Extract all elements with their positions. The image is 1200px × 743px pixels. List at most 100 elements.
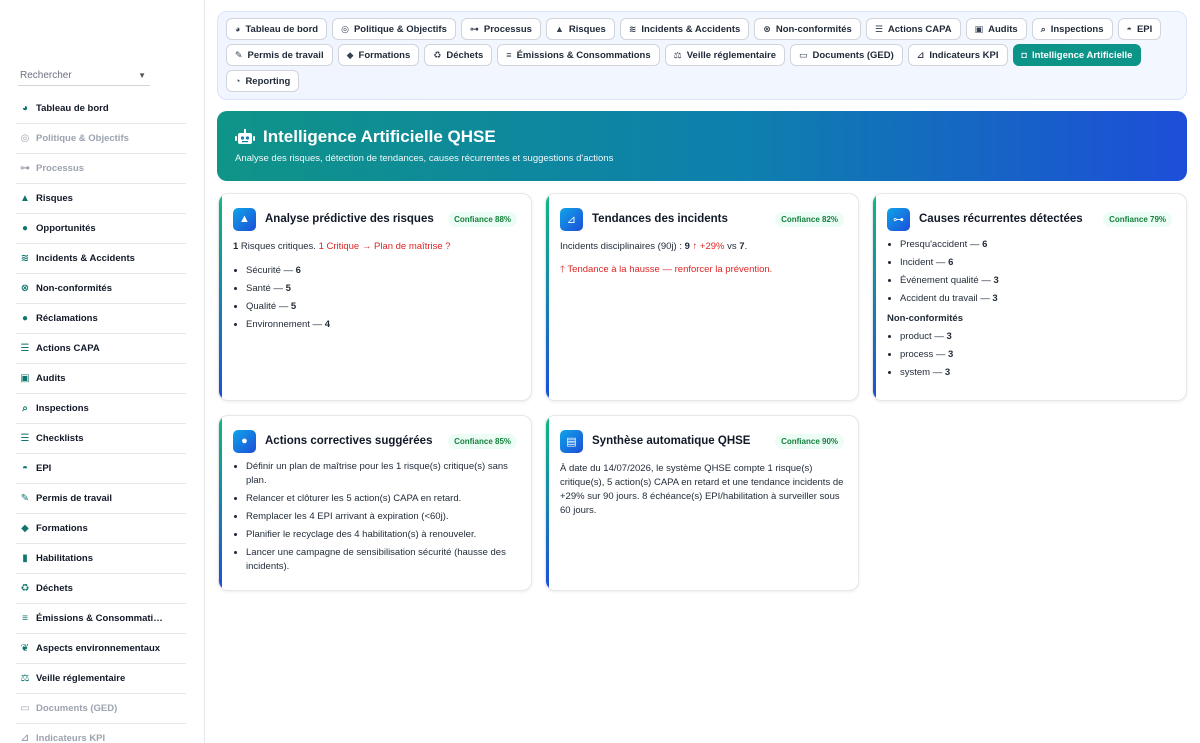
smog-icon: ≡ xyxy=(22,613,28,624)
sidebar-item[interactable]: ● Réclamations xyxy=(16,304,186,334)
sidebar-item-label: Actions CAPA xyxy=(36,343,100,354)
nav-tab-label: Incidents & Accidents xyxy=(641,23,741,35)
list-item-value: 3 xyxy=(944,367,951,378)
top-navigation: ◕ Tableau de bord ◎ Politique & Objectifs ⊶ P… xyxy=(217,11,1187,100)
nav-tab[interactable]: ▣ Audits xyxy=(965,18,1027,40)
list-item-value: 3 xyxy=(993,275,999,286)
file-alt-icon: ▤ xyxy=(560,429,583,453)
nav-tab[interactable]: ⊶ Processus xyxy=(460,18,541,40)
nav-tab-label: Intelligence Artificielle xyxy=(1031,49,1133,61)
card-title: Causes récurrentes détectées xyxy=(919,213,1083,225)
page-hero: Intelligence Artificielle QHSE Analyse d… xyxy=(217,111,1187,181)
sidebar-item[interactable]: ☰ Checklists xyxy=(16,424,186,454)
trend-alert: 🡑 Tendance à la hausse — renforcer la pr… xyxy=(560,264,773,275)
nav-tab[interactable]: ▭ Documents (GED) xyxy=(789,44,903,66)
car-crash-icon: ≋ xyxy=(20,253,30,264)
nav-tab[interactable]: ⊗ Non-conformités xyxy=(754,18,861,40)
sidebar-item[interactable]: ≡ Émissions & Consommati… xyxy=(16,604,186,634)
sidebar-item[interactable]: ❦ Aspects environnementaux xyxy=(16,634,186,664)
sidebar-search-select[interactable]: Rechercher ▼ xyxy=(18,66,150,86)
nav-tab[interactable]: ◕ Tableau de bord xyxy=(226,18,328,40)
card-incident-trends: ⊿ Tendances des incidents Confiance 82% … xyxy=(545,193,859,401)
sidebar-item[interactable]: ♻ Déchets xyxy=(16,574,186,604)
sidebar-item-label: Non-conformités xyxy=(36,283,112,294)
times-circle-icon: ⊗ xyxy=(20,283,30,294)
risk-alert: 1 Critique → Plan de maîtrise ? xyxy=(318,241,451,252)
sidebar-item-label: Opportunités xyxy=(36,223,96,234)
sidebar-item[interactable]: ◎ Politique & Objectifs xyxy=(16,124,186,154)
clipboard-check-icon: ▣ xyxy=(20,373,30,384)
list-item-value: 3 xyxy=(946,331,952,342)
confidence-badge: Confiance 90% xyxy=(775,433,844,449)
robot-icon xyxy=(235,129,255,144)
nav-tab[interactable]: ♻ Déchets xyxy=(424,44,493,66)
sidebar-item[interactable]: ▮ Habilitations xyxy=(16,544,186,574)
synthesis-text: À date du 14/07/2026, le système QHSE co… xyxy=(560,463,844,516)
action-item: Lancer une campagne de sensibilisation s… xyxy=(246,546,517,574)
nav-tab-label: Tableau de bord xyxy=(245,23,319,35)
sidebar-item[interactable]: ▲ Risques xyxy=(16,184,186,214)
nav-tab[interactable]: ≡ Émissions & Consommations xyxy=(497,44,660,66)
sidebar-item-label: Déchets xyxy=(36,583,73,594)
nav-tab[interactable]: ⌕ Inspections xyxy=(1031,18,1113,40)
nav-tab[interactable]: ◎ Politique & Objectifs xyxy=(332,18,456,40)
card-risk-analysis: ▲ Analyse prédictive des risques Confian… xyxy=(218,193,532,401)
sitemap-icon: ⊶ xyxy=(887,207,910,231)
sidebar-item[interactable]: ◆ Formations xyxy=(16,514,186,544)
chart-pie-icon: ◔ xyxy=(235,76,241,86)
list-item: Sécurité — 6 xyxy=(246,264,517,278)
nav-tab[interactable]: ▲ Risques xyxy=(545,18,615,40)
nav-tab[interactable]: ⚖ Veille réglementaire xyxy=(664,44,785,66)
list-item-value: 6 xyxy=(295,265,301,276)
sidebar-item[interactable]: ✎ Permis de travail xyxy=(16,484,186,514)
sidebar-item[interactable]: ▣ Audits xyxy=(16,364,186,394)
nc-list: product — 3process — 3system — 3 xyxy=(887,330,1172,380)
nav-tab[interactable]: ◘ Intelligence Artificielle xyxy=(1012,44,1142,66)
page-title: Intelligence Artificielle QHSE xyxy=(263,127,496,146)
list-item: Événement qualité — 3 xyxy=(900,274,1172,288)
lightbulb-icon: ● xyxy=(21,223,29,234)
nav-tab[interactable]: ☰ Actions CAPA xyxy=(865,18,961,40)
folder-open-icon: ▭ xyxy=(20,703,30,714)
card-title: Synthèse automatique QHSE xyxy=(592,435,751,447)
hard-hat-icon: ◓ xyxy=(21,463,29,474)
sidebar-item[interactable]: ⊿ Indicateurs KPI xyxy=(16,724,186,743)
sidebar-item-label: Tableau de bord xyxy=(36,103,109,114)
sidebar-item[interactable]: ● Opportunités xyxy=(16,214,186,244)
sitemap-icon: ⊶ xyxy=(469,23,479,34)
nav-tab[interactable]: ≋ Incidents & Accidents xyxy=(619,18,750,40)
sidebar-item-label: Veille réglementaire xyxy=(36,673,126,684)
sidebar-item[interactable]: ⌕ Inspections xyxy=(16,394,186,424)
nav-tab[interactable]: ⊿ Indicateurs KPI xyxy=(907,44,1008,66)
sidebar-item[interactable]: ≋ Incidents & Accidents xyxy=(16,244,186,274)
action-item: Définir un plan de maîtrise pour les 1 r… xyxy=(246,460,517,488)
nav-tab-label: Audits xyxy=(988,23,1018,35)
risk-intro-text: Risques critiques. xyxy=(238,241,319,252)
risk-intro: 1 Risques critiques. 1 Critique → Plan d… xyxy=(233,240,517,254)
sidebar-item[interactable]: ☰ Actions CAPA xyxy=(16,334,186,364)
sidebar-item[interactable]: ◕ Tableau de bord xyxy=(16,94,186,124)
cause-list: Presqu'accident — 6Incident — 6Événement… xyxy=(887,238,1172,306)
warning-icon: ▲ xyxy=(233,207,256,231)
list-item-value: 5 xyxy=(285,283,291,294)
sidebar-item-label: Réclamations xyxy=(36,313,98,324)
list-item: system — 3 xyxy=(900,366,1172,380)
sidebar-item[interactable]: ⚖ Veille réglementaire xyxy=(16,664,186,694)
sidebar-item[interactable]: ⊗ Non-conformités xyxy=(16,274,186,304)
list-item-label: Presqu'accident — xyxy=(900,239,983,250)
page-subtitle: Analyse des risques, détection de tendan… xyxy=(235,153,614,164)
sitemap-icon: ⊶ xyxy=(20,163,30,174)
trend-vs: vs xyxy=(724,241,740,252)
list-item: Presqu'accident — 6 xyxy=(900,238,1172,252)
nav-tab[interactable]: ◓ EPI xyxy=(1117,18,1162,40)
sidebar-item[interactable]: ◓ EPI xyxy=(16,454,186,484)
sidebar-item-label: Audits xyxy=(36,373,66,384)
nav-tab[interactable]: ✎ Permis de travail xyxy=(226,44,333,66)
nav-tab-label: Indicateurs KPI xyxy=(929,49,999,61)
sidebar-item[interactable]: ⊶ Processus xyxy=(16,154,186,184)
nav-tab[interactable]: ◔ Reporting xyxy=(226,70,300,92)
nav-tab[interactable]: ◆ Formations xyxy=(337,44,420,66)
trend-label: Incidents disciplinaires (90j) : xyxy=(560,241,685,252)
sidebar-item[interactable]: ▭ Documents (GED) xyxy=(16,694,186,724)
list-item-label: Accident du travail — xyxy=(900,293,993,304)
